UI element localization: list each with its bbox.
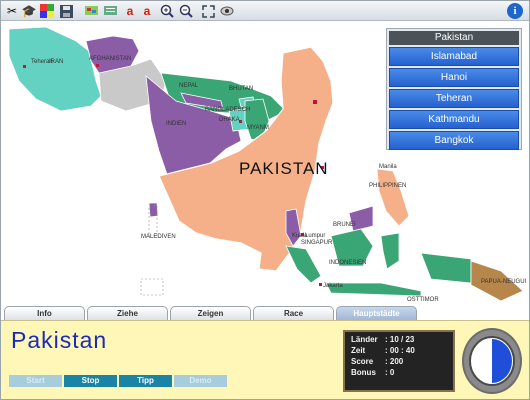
manila-label: Manila <box>379 164 397 170</box>
bonus-label: Bonus <box>351 368 376 377</box>
dhaka-label: DHAKA <box>219 117 240 123</box>
malediven-label: MALEDIVEN <box>141 234 176 240</box>
graduation-cap-icon[interactable]: 🎓 <box>21 3 37 19</box>
print-list-icon[interactable] <box>102 3 118 19</box>
answer-option-hanoi[interactable]: Hanoi <box>389 68 519 87</box>
mode-tabs: Info Ziehe Zeigen Race Hauptstädte <box>1 306 529 320</box>
indonesien-label: INDONESIEN <box>329 260 367 266</box>
info-icon[interactable]: i <box>507 3 523 19</box>
tab-info[interactable]: Info <box>4 306 85 320</box>
score-row: Score : 200 <box>351 357 447 368</box>
tab-ziehe[interactable]: Ziehe <box>87 306 168 320</box>
zoom-in-icon[interactable] <box>159 3 175 19</box>
countries-row: Länder : 10 / 23 <box>351 335 447 346</box>
singapur-label: SINGAPUR <box>301 240 333 246</box>
zoom-out-icon[interactable] <box>178 3 194 19</box>
answer-panel: Pakistan Islamabad Hanoi Teheran Kathman… <box>386 28 522 150</box>
philippines-shape <box>376 168 410 227</box>
territory-box <box>140 278 164 296</box>
lumpur-label: Lumpur <box>305 233 326 239</box>
afghanistan-label: AFGHANISTAN <box>89 56 132 62</box>
iran-label: IRAN <box>49 59 64 65</box>
score-label: Score <box>351 357 374 366</box>
demo-button[interactable]: Demo <box>174 375 227 387</box>
bangladesch-label: BANGLADESCH <box>205 107 251 113</box>
time-row: Zeit : 00 : 40 <box>351 346 447 357</box>
indien-label: INDIEN <box>166 121 187 127</box>
tipp-button[interactable]: Tipp <box>119 375 172 387</box>
philippinen-label: PHILIPPINEN <box>369 183 407 189</box>
tab-zeigen[interactable]: Zeigen <box>170 306 251 320</box>
countries-label: Länder <box>351 335 378 344</box>
answer-panel-header: Pakistan <box>389 31 519 45</box>
indonesia-east-shape <box>420 252 472 284</box>
bhutan-label: BHUTAN <box>229 86 254 92</box>
stop-button[interactable]: Stop <box>64 375 117 387</box>
font-icon[interactable]: a <box>122 3 138 19</box>
answer-option-islamabad[interactable]: Islamabad <box>389 47 519 66</box>
score-board: Länder : 10 / 23 Zeit : 00 : 40 Score : 200… <box>343 330 455 392</box>
timer-dial <box>462 328 522 394</box>
countries-value: : 10 / 23 <box>385 335 415 344</box>
question-text: Pakistan <box>11 327 108 353</box>
indonesia-sulawesi-shape <box>380 232 400 270</box>
nepal-label: NEPAL <box>179 83 199 89</box>
fullscreen-icon[interactable] <box>200 3 216 19</box>
score-value: : 200 <box>385 357 404 366</box>
answer-option-kathmandu[interactable]: Kathmandu <box>389 110 519 129</box>
osttimor-label: OSTTIMOR <box>407 297 439 303</box>
time-value: : 00 : 40 <box>385 346 415 355</box>
tools-icon[interactable]: ✂ <box>4 3 20 19</box>
answer-option-teheran[interactable]: Teheran <box>389 89 519 108</box>
indonesia-sumatra-shape <box>285 245 322 284</box>
eye-icon[interactable] <box>219 3 235 19</box>
jakarta-label: Jakarta <box>323 283 343 289</box>
timer-dial-svg <box>469 336 515 386</box>
papua-label: PAPUA-NEUGUI <box>481 279 527 285</box>
bonus-row: Bonus : 0 <box>351 368 447 379</box>
sri-lanka-shape <box>148 202 159 218</box>
question-panel: Pakistan Start Stop Tipp Demo Länder : 10… <box>1 320 529 399</box>
tab-hauptstaedte[interactable]: Hauptstädte <box>336 306 417 320</box>
iran-shape <box>8 26 102 112</box>
brunei-label: BRUNEI <box>333 222 356 228</box>
selected-country-label: PAKISTAN <box>239 159 329 178</box>
myanmar-label: MYANM <box>247 125 269 131</box>
bonus-value: : 0 <box>385 368 395 377</box>
print-map-icon[interactable] <box>83 3 99 19</box>
answer-option-bangkok[interactable]: Bangkok <box>389 131 519 150</box>
palette-icon[interactable] <box>39 3 55 19</box>
start-button[interactable]: Start <box>9 375 62 387</box>
save-icon[interactable] <box>58 3 74 19</box>
font-bold-icon[interactable]: a <box>139 3 155 19</box>
toolbar: ✂ 🎓 a a i <box>1 1 529 21</box>
time-label: Zeit <box>351 346 366 355</box>
tab-race[interactable]: Race <box>253 306 334 320</box>
